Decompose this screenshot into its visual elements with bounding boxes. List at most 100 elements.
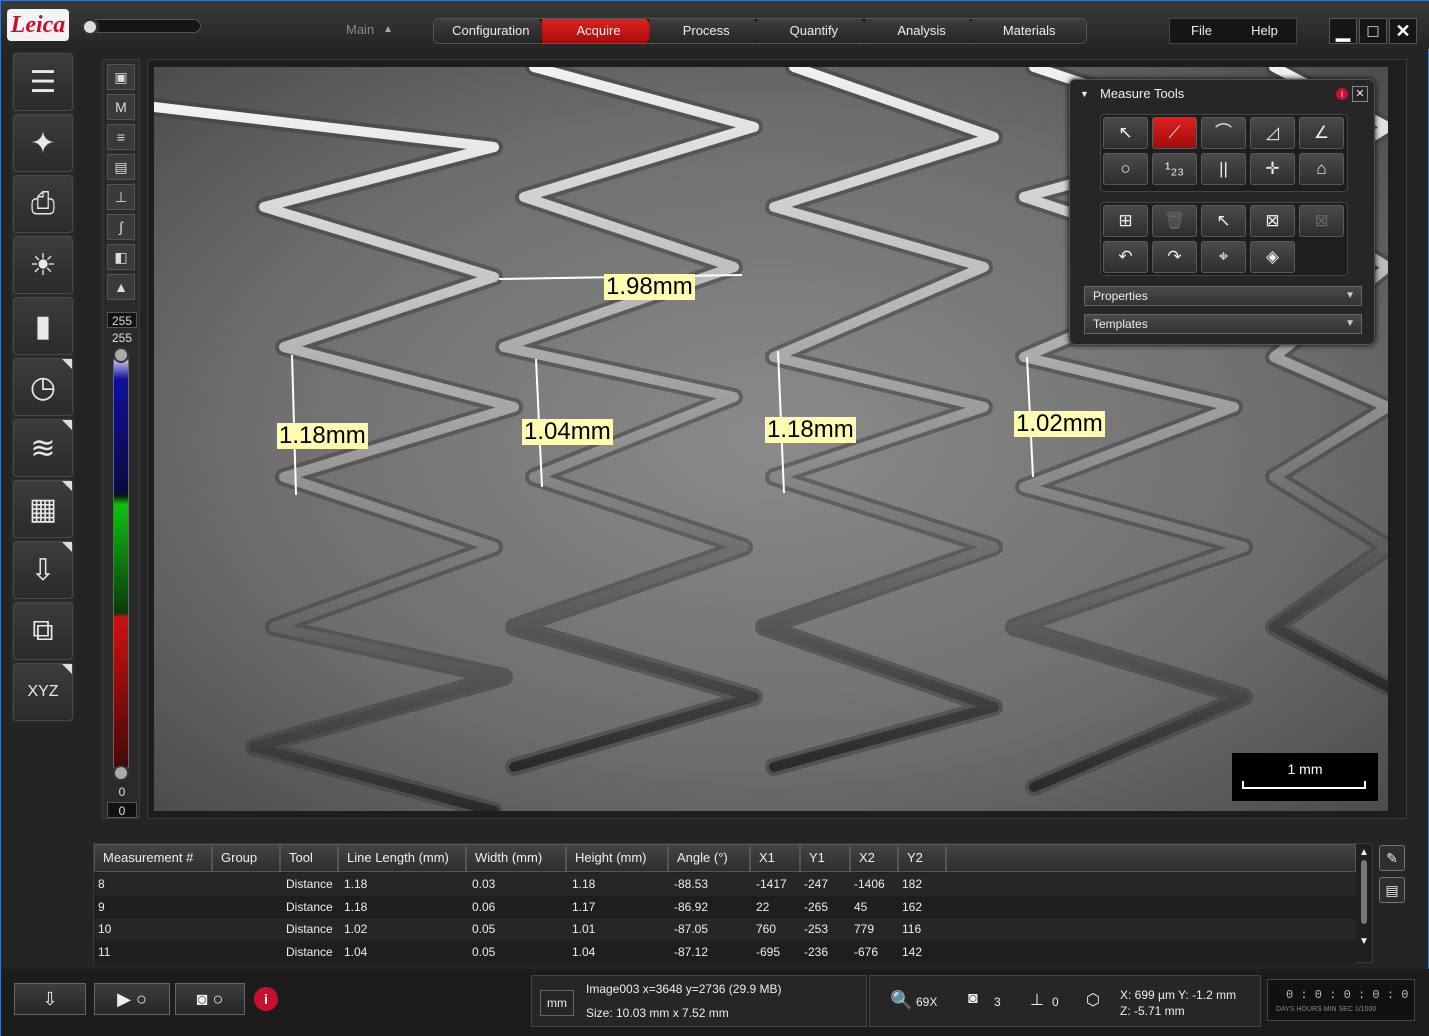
area-icon[interactable]: ◿ <box>1250 117 1295 149</box>
table-cell: 1.18 <box>344 877 368 891</box>
count-icon[interactable]: ¹₂₃ <box>1152 153 1197 185</box>
col-x2[interactable]: X2 <box>850 844 898 872</box>
col-line-length[interactable]: Line Length (mm) <box>338 844 466 872</box>
rgb-icon[interactable]: ▣ <box>107 64 135 90</box>
select-all-icon[interactable]: ↖ <box>1201 205 1246 237</box>
scroll-thumb[interactable] <box>1361 860 1367 924</box>
distance-line-icon[interactable]: ⟋ <box>1152 117 1197 149</box>
max-value[interactable]: 255 <box>107 312 137 328</box>
col-y2[interactable]: Y2 <box>898 844 946 872</box>
table-cell: -1417 <box>756 877 787 891</box>
histogram-icon[interactable]: ▲ <box>107 274 135 300</box>
crosshair-icon[interactable]: ✛ <box>1250 153 1295 185</box>
sidebar-button-layers[interactable]: ≋ <box>13 419 73 477</box>
updown-icon: ▲ <box>383 24 393 35</box>
measurement-label[interactable]: 1.18mm <box>277 423 368 449</box>
table-row[interactable]: 9 Distance 1.18 0.06 1.17 -86.92 22 -265 45 162 <box>94 895 1356 918</box>
table-cell: -88.53 <box>674 877 709 891</box>
slider-knob[interactable] <box>81 18 99 36</box>
sidebar-button-grid[interactable]: ▦ <box>13 480 73 538</box>
measurement-label[interactable]: 1.02mm <box>1014 411 1105 437</box>
circle-icon[interactable]: ○ <box>1103 153 1148 185</box>
eraser-icon[interactable]: ◈ <box>1250 241 1295 273</box>
minimize-button[interactable]: ▁ <box>1329 18 1357 44</box>
calibrate-icon[interactable]: ⌖ <box>1201 241 1246 273</box>
sidebar-button-stage[interactable]: ⇩ <box>13 541 73 599</box>
sidebar-button-camera[interactable]: ⎙ <box>13 175 73 233</box>
tab-analysis[interactable]: Analysis <box>864 19 979 43</box>
main-select[interactable]: Main ▲ <box>321 18 399 42</box>
polyline-icon[interactable]: ⌒ <box>1201 117 1246 149</box>
measurement-label[interactable]: 1.18mm <box>765 417 856 443</box>
angle-icon[interactable]: ∠ <box>1299 117 1344 149</box>
menu-file[interactable]: File <box>1170 19 1233 43</box>
close-button[interactable]: ✕ <box>1389 18 1417 44</box>
annotation-icon[interactable]: ⌂ <box>1299 153 1344 185</box>
col-group[interactable]: Group <box>212 844 280 872</box>
table-row[interactable]: 11 Distance 1.04 0.05 1.04 -87.12 -695 -236 -676… <box>94 940 1356 963</box>
table-row[interactable]: 8 Distance 1.18 0.03 1.18 -88.53 -1417 -247 -140… <box>94 873 1356 895</box>
tab-configuration[interactable]: Configuration <box>434 19 548 43</box>
table-row[interactable]: 10 Distance 1.02 0.05 1.01 -87.05 760 -253 779 11… <box>94 918 1356 940</box>
select-pointer-icon[interactable]: ↖ <box>1103 117 1148 149</box>
brightness-slider[interactable] <box>81 19 201 33</box>
maximize-button[interactable]: □ <box>1359 18 1387 44</box>
min-value[interactable]: 0 <box>107 802 137 818</box>
sidebar-button-storage[interactable]: ▮ <box>13 297 73 355</box>
col-height[interactable]: Height (mm) <box>566 844 668 872</box>
sidebar-button-auto[interactable]: ✦ <box>13 114 73 172</box>
info-icon[interactable]: i <box>1336 88 1348 100</box>
focus-icon[interactable]: ⊥ <box>107 184 135 210</box>
unit-button[interactable]: mm <box>540 990 574 1016</box>
col-y1[interactable]: Y1 <box>800 844 850 872</box>
parallel-icon[interactable]: || <box>1201 153 1246 185</box>
tab-acquire[interactable]: Acquire <box>541 19 656 43</box>
min-slider-knob[interactable] <box>113 765 129 781</box>
capture-button[interactable]: ◙ ○ <box>175 983 245 1015</box>
tab-materials[interactable]: Materials <box>972 19 1086 43</box>
sidebar-button-video[interactable]: ⧉ <box>13 602 73 660</box>
measurement-label[interactable]: 1.04mm <box>522 419 613 445</box>
collapse-icon[interactable]: ▼ <box>1080 80 1089 108</box>
scroll-down-icon[interactable]: ▼ <box>1357 936 1371 947</box>
max-slider-knob[interactable] <box>113 347 129 363</box>
table-header: Measurement # Group Tool Line Length (mm… <box>94 844 1356 872</box>
sidebar-button-xyz[interactable]: XYZ <box>13 663 73 721</box>
table-cell: 779 <box>854 922 875 936</box>
close-icon[interactable]: ✕ <box>1352 86 1368 102</box>
info-icon[interactable]: i <box>254 987 278 1011</box>
stack-icon[interactable]: ≡ <box>107 124 135 150</box>
col-x1[interactable]: X1 <box>750 844 800 872</box>
layers-icon: ≋ <box>30 431 56 465</box>
add-icon[interactable]: ⊞ <box>1103 205 1148 237</box>
tab-quantify[interactable]: Quantify <box>757 19 871 43</box>
color-histogram-bar <box>113 353 129 773</box>
redo-icon[interactable]: ↷ <box>1152 241 1197 273</box>
measurement-label[interactable]: 1.98mm <box>604 274 695 300</box>
edit-table-icon[interactable]: ✎ <box>1379 845 1405 871</box>
menu-help[interactable]: Help <box>1233 19 1296 43</box>
stage-down-button[interactable]: ⇩ <box>14 983 86 1015</box>
mark-icon[interactable]: M <box>107 94 135 120</box>
clock-icon: ◷ <box>29 370 57 404</box>
tab-process[interactable]: Process <box>649 19 764 43</box>
sidebar-button-illumination[interactable]: ☀ <box>13 236 73 294</box>
curve-icon[interactable]: ∫ <box>107 214 135 240</box>
delete-all-icon[interactable]: ⊠ <box>1250 205 1295 237</box>
col-angle[interactable]: Angle (°) <box>668 844 750 872</box>
record-button[interactable]: ▶ ○ <box>94 983 170 1015</box>
table-scrollbar[interactable]: ▲ ▼ <box>1357 847 1371 961</box>
undo-icon[interactable]: ↶ <box>1103 241 1148 273</box>
col-tool[interactable]: Tool <box>280 844 338 872</box>
compare-icon[interactable]: ◧ <box>107 244 135 270</box>
sidebar-button-time[interactable]: ◷ <box>13 358 73 416</box>
col-width[interactable]: Width (mm) <box>466 844 566 872</box>
col-measurement[interactable]: Measurement # <box>94 844 212 872</box>
export-table-icon[interactable]: ▤ <box>1379 877 1405 903</box>
sidebar-button-layout[interactable]: ☰ <box>13 53 73 111</box>
templates-dropdown[interactable]: Templates ▼ <box>1084 314 1362 334</box>
scroll-up-icon[interactable]: ▲ <box>1357 847 1371 858</box>
table-cell: -87.05 <box>674 922 709 936</box>
properties-dropdown[interactable]: Properties ▼ <box>1084 286 1362 306</box>
filter-icon[interactable]: ▤ <box>107 154 135 180</box>
